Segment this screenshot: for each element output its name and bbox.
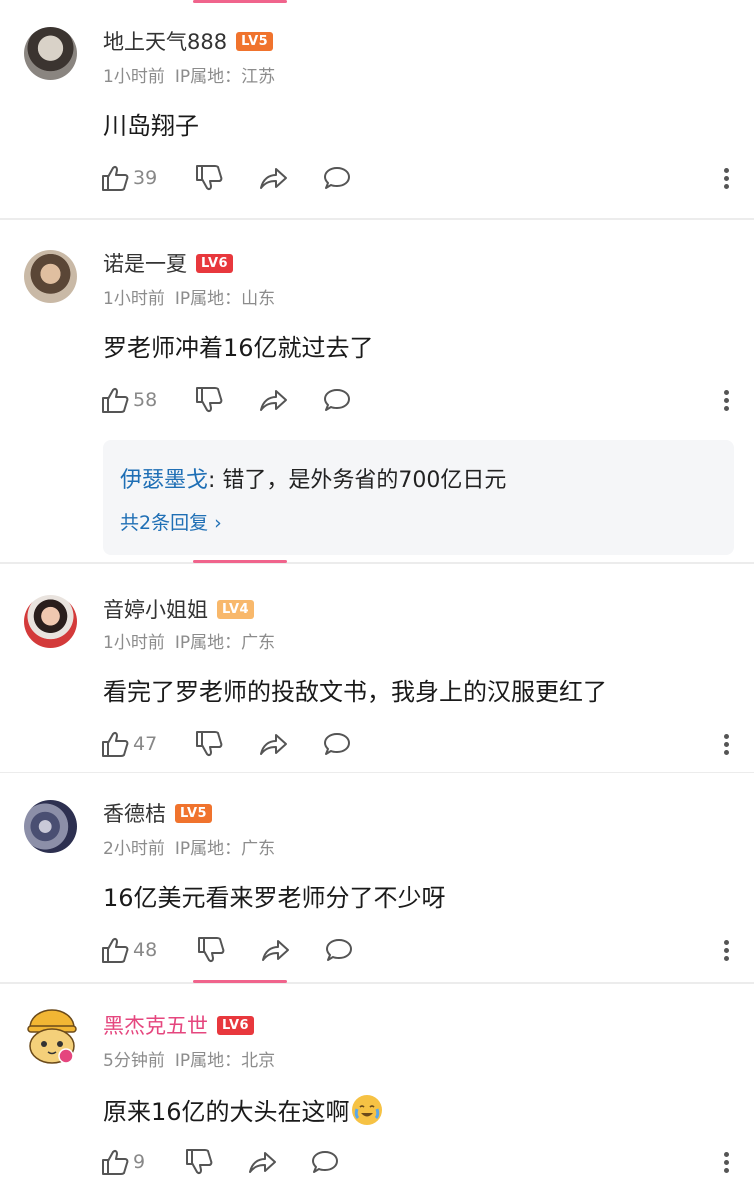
comment-meta: 5分钟前 IP属地：北京 [103,1051,276,1071]
comment-meta: 1小时前 IP属地：江苏 [103,67,276,87]
comment-bubble-icon [312,1151,338,1173]
share-button[interactable] [258,384,288,416]
dislike-button[interactable] [194,384,224,416]
comment-text: 看完了罗老师的投敌文书，我身上的汉服更红了 [103,678,607,706]
avatar[interactable] [24,1006,77,1064]
comment-item: 音婷小姐姐 LV4 1小时前 IP属地：广东 看完了罗老师的投敌文书，我身上的汉服更… [0,564,754,772]
like-button[interactable]: 47 [100,728,157,760]
avatar[interactable] [24,250,77,303]
comment-item: 黑杰克五世 LV6 5分钟前 IP属地：北京 原来16亿的大头在这啊 9 [0,984,754,1200]
like-count: 58 [133,389,158,411]
reply-button[interactable] [322,162,352,194]
divider [0,772,754,773]
like-count: 9 [133,1151,146,1173]
avatar[interactable] [24,800,77,853]
like-button[interactable]: 58 [100,384,157,416]
comment-actions: 58 [100,384,740,416]
comment-actions: 48 [100,934,740,966]
thumbs-down-icon [196,731,223,757]
reply-text: 伊瑟墨戈: 错了，是外务省的700亿日元 [120,468,507,493]
comment-bubble-icon [324,167,350,189]
level-badge: LV4 [217,599,255,619]
level-badge: LV6 [217,1015,255,1035]
reply-button[interactable] [324,934,354,966]
thumbs-down-icon [196,387,223,413]
thumbs-up-icon [102,1149,129,1175]
thumbs-up-icon [102,937,129,963]
tab-indicator [193,560,287,563]
like-count: 48 [133,939,158,961]
more-options-button[interactable] [724,165,730,192]
comment-bubble-icon [326,939,352,961]
share-icon [260,734,287,755]
more-options-button[interactable] [724,937,730,964]
tab-indicator [193,980,287,983]
reply-username[interactable]: 伊瑟墨戈 [120,468,208,493]
dislike-button[interactable] [194,728,224,760]
comment-text: 罗老师冲着16亿就过去了 [103,334,374,362]
share-icon [262,940,289,961]
reply-button[interactable] [310,1146,340,1178]
thumbs-up-icon [102,731,129,757]
reply-button[interactable] [322,384,352,416]
crying-laughing-emoji-icon [351,1095,382,1125]
comment-text: 原来16亿的大头在这啊 [103,1092,382,1128]
comment-meta: 1小时前 IP属地：广东 [103,633,276,653]
share-icon [260,168,287,189]
dislike-button[interactable] [194,162,224,194]
like-button[interactable]: 39 [100,162,157,194]
comment-bubble-icon [324,733,350,755]
share-button[interactable] [258,162,288,194]
avatar[interactable] [24,27,77,80]
comment-actions: 47 [100,728,740,760]
more-options-button[interactable] [724,1149,730,1176]
like-count: 39 [133,167,158,189]
comment-actions: 39 [100,162,740,194]
comment-bubble-icon [324,389,350,411]
thumbs-down-icon [198,937,225,963]
cartoon-cat-avatar-icon [27,1009,77,1064]
dislike-button[interactable] [196,934,226,966]
share-icon [249,1152,276,1173]
thumbs-up-icon [102,387,129,413]
like-count: 47 [133,733,158,755]
avatar[interactable] [24,595,77,648]
comment-text: 16亿美元看来罗老师分了不少呀 [103,884,446,912]
share-button[interactable] [247,1146,277,1178]
dislike-button[interactable] [184,1146,214,1178]
more-options-button[interactable] [724,387,730,414]
username[interactable]: 香德桔 LV5 [103,798,213,828]
level-badge: LV5 [236,31,274,51]
view-replies-link[interactable]: 共2条回复 › [120,508,222,535]
comment-item: 香德桔 LV5 2小时前 IP属地：广东 16亿美元看来罗老师分了不少呀 48 [0,774,754,980]
reply-button[interactable] [322,728,352,760]
thumbs-down-icon [196,165,223,191]
username[interactable]: 地上天气888 LV5 [103,26,274,56]
like-button[interactable]: 9 [100,1146,145,1178]
level-badge: LV6 [196,253,234,273]
username[interactable]: 音婷小姐姐 LV4 [103,594,255,624]
thumbs-up-icon [102,165,129,191]
comment-text: 川岛翔子 [103,112,199,140]
level-badge: LV5 [175,803,213,823]
username[interactable]: 黑杰克五世 LV6 [103,1010,255,1040]
thumbs-down-icon [186,1149,213,1175]
comment-meta: 1小时前 IP属地：山东 [103,289,276,309]
comment-meta: 2小时前 IP属地：广东 [103,839,276,859]
share-button[interactable] [260,934,290,966]
share-icon [260,390,287,411]
comment-actions: 9 [100,1146,740,1178]
share-button[interactable] [258,728,288,760]
reply-preview[interactable]: 伊瑟墨戈: 错了，是外务省的700亿日元 共2条回复 › [103,440,734,555]
username[interactable]: 诺是一夏 LV6 [103,248,234,278]
like-button[interactable]: 48 [100,934,157,966]
more-options-button[interactable] [724,731,730,758]
comment-item: 地上天气888 LV5 1小时前 IP属地：江苏 川岛翔子 39 [0,0,754,218]
